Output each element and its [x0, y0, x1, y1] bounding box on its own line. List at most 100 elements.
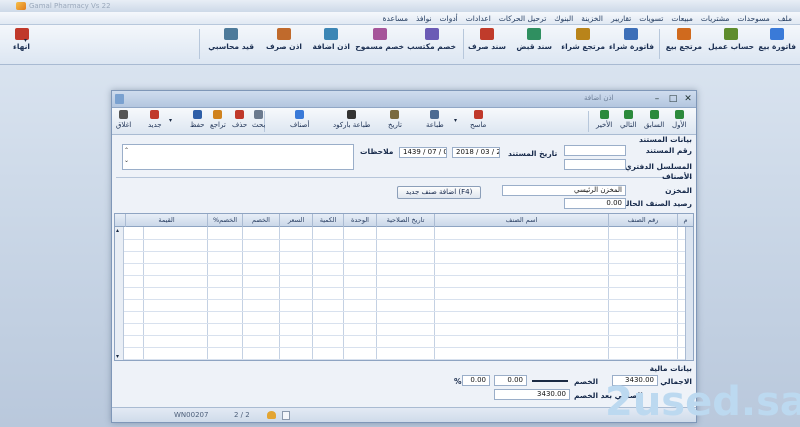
menu-posting[interactable]: ترحيل الحركات [495, 14, 550, 23]
ribbon-purchase-return-button[interactable]: مرتجع شراء [561, 28, 605, 58]
col-expiry-date[interactable]: تاريخ الصلاحية [376, 214, 434, 227]
current-balance-field[interactable]: 0.00 [564, 198, 626, 209]
issue-permit-icon [276, 28, 291, 40]
watermark-logo: 2used.sa [605, 379, 800, 425]
table-row [115, 263, 693, 264]
menu-banks[interactable]: البنوك [550, 14, 577, 23]
scroll-up-icon[interactable]: ▴ [116, 227, 119, 234]
ribbon-receipt-voucher-button[interactable]: سند قبض [516, 28, 552, 58]
col-discount[interactable]: الخصم [242, 214, 279, 227]
toolbar-delete-button[interactable]: حذف [232, 110, 247, 129]
close-window-icon[interactable]: ✕ [683, 94, 693, 104]
toolbar-scanner-button[interactable]: ماسح [470, 110, 486, 129]
table-row [115, 359, 693, 360]
toolbar-last-button[interactable]: الأخير [596, 110, 612, 129]
doc-number-field[interactable] [564, 145, 626, 156]
ribbon-purchase-invoice-button[interactable]: فاتورة شراء [609, 28, 654, 58]
ribbon-dropdown-caret-icon[interactable]: ▾ [24, 37, 27, 44]
ribbon-exit-button[interactable]: انهاء [13, 28, 30, 58]
toolbar-label: تراجع [210, 121, 226, 129]
ribbon-sale-return-button[interactable]: مرتجع بيع [666, 28, 702, 58]
history-icon [390, 110, 400, 119]
status-user: WN00207 [174, 411, 209, 419]
col-price[interactable]: السعر [279, 214, 312, 227]
menu-purchases[interactable]: مشتريات [697, 14, 734, 23]
print-dropdown-caret-icon[interactable]: ▾ [454, 117, 457, 124]
sale-return-icon [676, 28, 691, 40]
toolbar-next-button[interactable]: التالي [620, 110, 636, 129]
financial-section-label: بيانات مالية [649, 364, 692, 373]
scroll-down-icon[interactable]: ▾ [116, 353, 119, 360]
net-after-discount-field[interactable]: 3430.00 [494, 389, 570, 400]
warehouse-field[interactable]: المخزن الرئيسي [502, 185, 626, 196]
journal-entry-icon [224, 28, 239, 40]
save-icon [192, 110, 202, 119]
toolbar-save-button[interactable]: حفظ [190, 110, 205, 129]
menu-warehouses[interactable]: مسوحدات [733, 14, 773, 23]
doc-date-gregorian-field[interactable]: 2018 / 03 / 24 [452, 147, 500, 158]
grid-row-header [685, 227, 693, 360]
menu-windows[interactable]: نوافذ [412, 14, 436, 23]
ribbon-payment-voucher-button[interactable]: سند صرف [468, 28, 506, 58]
ribbon-customer-account-button[interactable]: حساب عميل [708, 28, 754, 58]
toolbar-search-button[interactable]: بحث [252, 110, 265, 129]
toolbar-close-button[interactable]: اغلاق [116, 110, 131, 129]
ribbon-label: خصم مكتسب [407, 42, 456, 51]
toolbar-first-button[interactable]: الأول [672, 110, 686, 129]
col-unit[interactable]: الوحدة [343, 214, 376, 227]
menu-settings[interactable]: اعدادات [462, 14, 495, 23]
menu-adjustments[interactable]: تسويات [635, 14, 667, 23]
ribbon-issue-permit-button[interactable]: اذن صرف [266, 28, 302, 58]
col-item-number[interactable]: رقم الصنف [608, 214, 677, 227]
ribbon-allowed-discount-button[interactable]: خصم مسموح [355, 28, 404, 58]
app-title: Gamal Pharmacy Vs 22 [29, 2, 111, 10]
status-pager: 2 / 2 [234, 411, 250, 419]
menu-help[interactable]: مساعدة [379, 14, 412, 23]
add-new-item-button[interactable]: اضافة صنف جديد (F4) [397, 186, 481, 199]
toolbar-previous-button[interactable]: السابق [644, 110, 664, 129]
toolbar-items-button[interactable]: أصناف [290, 110, 309, 129]
doc-number-label: رقم المستند [645, 146, 692, 155]
col-discount-pct[interactable]: الخصم% [207, 214, 242, 227]
new-dropdown-caret-icon[interactable]: ▾ [169, 117, 172, 124]
menu-sales[interactable]: مبيعات [667, 14, 697, 23]
notes-textarea[interactable] [122, 144, 354, 170]
discount-field[interactable]: 0.00 [494, 375, 527, 386]
col-index[interactable]: م [677, 214, 693, 227]
ribbon-sale-invoice-button[interactable]: فاتورة بيع [758, 28, 796, 58]
last-icon [599, 110, 609, 119]
grid-vertical-scrollbar[interactable]: ▴ ▾ [115, 227, 124, 360]
ribbon-earned-discount-button[interactable]: خصم مكتسب [407, 28, 456, 58]
delete-icon [235, 110, 245, 119]
menu-reports[interactable]: تقاريبر [607, 14, 635, 23]
menu-tools[interactable]: أدوات [436, 14, 462, 23]
discount-dash [532, 380, 568, 382]
ribbon-label: سند قبض [516, 42, 552, 51]
discount-pct-field[interactable]: 0.00 [462, 375, 490, 386]
warehouse-label: المخزن [665, 186, 692, 195]
col-value[interactable]: القيمة [125, 214, 207, 227]
maximize-icon[interactable]: □ [668, 94, 678, 104]
ribbon-label: مرتجع بيع [665, 42, 702, 51]
toolbar-undo-button[interactable]: تراجع [210, 110, 226, 129]
toolbar-print-button[interactable]: طباعة [426, 110, 444, 129]
app-logo-icon [16, 2, 26, 10]
menu-file[interactable]: ملف [774, 14, 796, 23]
toolbar-barcode-button[interactable]: طباعة باركود [333, 110, 371, 129]
new-icon [150, 110, 160, 119]
grid-col-line [242, 227, 243, 360]
col-quantity[interactable]: الكمية [312, 214, 343, 227]
grid-col-line [677, 227, 678, 360]
ribbon-add-permit-button[interactable]: اذن اضافة [312, 28, 350, 58]
toolbar-history-button[interactable]: تاريخ [388, 110, 402, 129]
ribbon-label: اذن اضافة [312, 42, 350, 51]
notes-scroll-icon[interactable]: ⌃ ⌄ [124, 146, 129, 166]
manual-serial-field[interactable] [564, 159, 626, 170]
doc-date-hijri-field[interactable]: 1439 / 07 / 08 [399, 147, 447, 158]
ribbon-journal-entry-button[interactable]: قيد محاسبي [208, 28, 254, 58]
toolbar-new-button[interactable]: جديد [148, 110, 162, 129]
minimize-icon[interactable]: – [652, 94, 662, 104]
col-item-name[interactable]: اسم الصنف [434, 214, 608, 227]
grid-col-line [376, 227, 377, 360]
menu-treasury[interactable]: الخزينة [577, 14, 607, 23]
